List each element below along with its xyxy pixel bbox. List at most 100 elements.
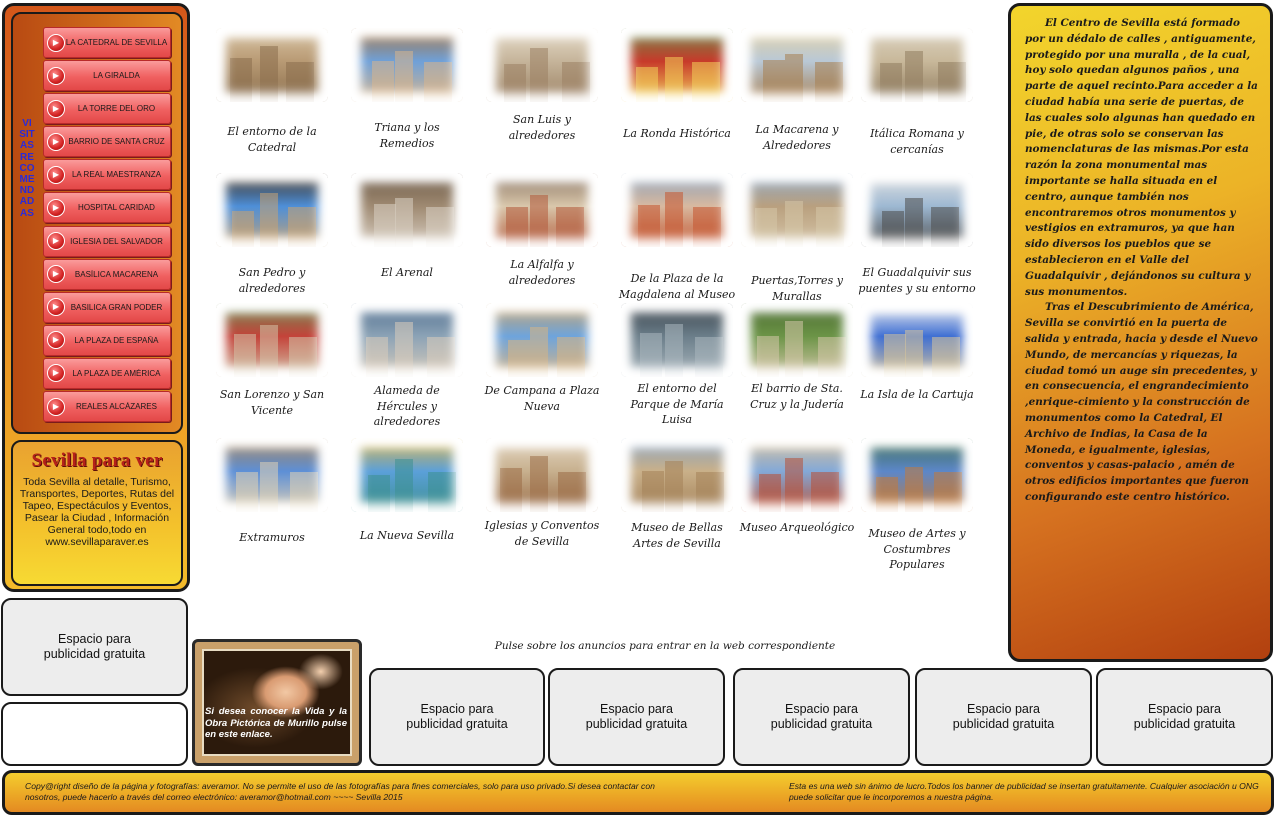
nav-item-7[interactable]: ▶ IGLESIA DEL SALVADOR: [43, 225, 171, 257]
route-photo: [486, 438, 598, 512]
route-tile-19[interactable]: Extramuros: [213, 438, 331, 546]
bullet-icon: ▶: [47, 331, 65, 350]
nav-item-3[interactable]: ▶ LA TORRE DEL ORO: [43, 93, 171, 125]
photo-silhouette: [230, 46, 314, 102]
route-photo: [486, 28, 598, 102]
recommended-visits-title: VISITAS RECOMENDADAS: [19, 118, 35, 219]
route-tile-18[interactable]: La Isla de la Cartuja: [858, 303, 976, 403]
nav-item-12[interactable]: ▶ REALES ALCÁZARES: [43, 391, 171, 423]
bullet-icon: ▶: [47, 33, 65, 52]
route-photo: [741, 438, 853, 512]
photo-silhouette: [763, 54, 843, 102]
nav-item-label: REALES ALCÁZARES: [76, 402, 157, 412]
recommended-visits-nav: VISITAS RECOMENDADAS ▶ LA CATEDRAL DE SEV…: [11, 12, 183, 434]
left-ad-1[interactable]: Espacio para publicidad gratuita: [1, 598, 188, 696]
bottom-ad-3[interactable]: Espacio para publicidad gratuita: [733, 668, 910, 766]
nav-item-label: LA PLAZA DE ESPAÑA: [74, 335, 159, 345]
route-tile-21[interactable]: Iglesias y Conventos de Sevilla: [483, 438, 601, 549]
nav-item-2[interactable]: ▶ LA GIRALDA: [43, 60, 171, 92]
nav-item-10[interactable]: ▶ LA PLAZA DE ESPAÑA: [43, 324, 171, 356]
bottom-ad-2[interactable]: Espacio para publicidad gratuita: [548, 668, 725, 766]
photo-silhouette: [508, 327, 585, 377]
bottom-ad-4[interactable]: Espacio para publicidad gratuita: [915, 668, 1092, 766]
photo-silhouette: [506, 195, 584, 247]
photo-silhouette: [236, 462, 318, 512]
sevilla-para-ver-promo[interactable]: Sevilla para ver Toda Sevilla al detalle…: [11, 440, 183, 586]
route-tile-23[interactable]: Museo Arqueológico: [738, 438, 856, 536]
bottom-ad-3-label: Espacio para publicidad gratuita: [770, 702, 873, 731]
bullet-icon: ▶: [47, 165, 65, 184]
route-tile-3[interactable]: San Luis y alrededores: [483, 28, 601, 143]
nav-item-label: BASÍLICA MACARENA: [74, 269, 159, 279]
route-photo: [351, 438, 463, 512]
nav-item-6[interactable]: ▶ HOSPITAL CARIDAD: [43, 192, 171, 224]
route-tile-16[interactable]: El entorno del Parque de María Luisa: [618, 303, 736, 428]
route-photo: [861, 28, 973, 102]
route-photo: [216, 438, 328, 512]
route-tile-13[interactable]: San Lorenzo y San Vicente: [213, 303, 331, 418]
route-tile-label: San Lorenzo y San Vicente: [219, 388, 325, 417]
ads-hint: Pulse sobre los anuncios para entrar en …: [494, 640, 836, 652]
bullet-icon: ▶: [47, 364, 65, 383]
bottom-ad-5[interactable]: Espacio para publicidad gratuita: [1096, 668, 1273, 766]
route-tile-24[interactable]: Museo de Artes y Costumbres Populares: [858, 438, 976, 573]
route-tile-label: Itálica Romana y cercanías: [870, 127, 964, 156]
route-photo: [861, 438, 973, 512]
bullet-icon: ▶: [47, 232, 65, 251]
route-photo: [621, 28, 733, 102]
photo-silhouette: [636, 57, 720, 102]
bottom-ad-1[interactable]: Espacio para publicidad gratuita: [369, 668, 545, 766]
footer-disclaimer: Esta es una web sin ánimo de lucro.Todos…: [789, 781, 1259, 802]
bullet-icon: ▶: [47, 132, 65, 151]
route-thumbnail-grid: El entorno de la Catedral Triana y los Re…: [213, 28, 993, 588]
nav-item-9[interactable]: ▶ BASILICA GRAN PODER: [43, 291, 171, 323]
route-tile-label: El Guadalquivir sus puentes y su entorno: [858, 266, 976, 295]
route-photo: [741, 303, 853, 377]
photo-silhouette: [640, 324, 723, 377]
route-photo: [621, 173, 733, 247]
bullet-icon: ▶: [47, 198, 65, 217]
nav-item-label: HOSPITAL CARIDAD: [78, 203, 155, 213]
route-tile-10[interactable]: De la Plaza de la Magdalena al Museo: [618, 173, 736, 302]
route-tile-label: Alameda de Hércules y alrededores: [373, 384, 441, 428]
route-tile-8[interactable]: El Arenal: [348, 173, 466, 281]
route-photo: [621, 303, 733, 377]
bottom-ad-5-label: Espacio para publicidad gratuita: [1133, 702, 1236, 731]
route-photo: [861, 303, 973, 377]
route-tile-6[interactable]: Itálica Romana y cercanías: [858, 28, 976, 157]
route-tile-label: La Isla de la Cartuja: [860, 388, 974, 401]
route-tile-2[interactable]: Triana y los Remedios: [348, 28, 466, 151]
route-tile-label: Iglesias y Conventos de Sevilla: [484, 519, 600, 548]
route-tile-11[interactable]: Puertas,Torres y Murallas: [738, 173, 856, 304]
route-tile-7[interactable]: San Pedro y alrededores: [213, 173, 331, 296]
nav-item-5[interactable]: ▶ LA REAL MAESTRANZA: [43, 159, 171, 191]
route-tile-15[interactable]: De Campana a Plaza Nueva: [483, 303, 601, 414]
route-tile-12[interactable]: El Guadalquivir sus puentes y su entorno: [858, 173, 976, 296]
nav-item-1[interactable]: ▶ LA CATEDRAL DE SEVILLA: [43, 27, 171, 58]
route-tile-9[interactable]: La Alfalfa y alrededores: [483, 173, 601, 288]
route-tile-5[interactable]: La Macarena y Alrededores: [738, 28, 856, 153]
bullet-icon: ▶: [47, 397, 65, 416]
murillo-link[interactable]: Si desea conocer la Vida y la Obra Pictó…: [192, 639, 362, 766]
history-text: El Centro de Sevilla está formado por un…: [1025, 16, 1258, 506]
nav-item-label: LA REAL MAESTRANZA: [71, 170, 162, 180]
photo-silhouette: [759, 458, 839, 512]
bullet-icon: ▶: [47, 99, 65, 118]
route-tile-22[interactable]: Museo de Bellas Artes de Sevilla: [618, 438, 736, 551]
route-tile-20[interactable]: La Nueva Sevilla: [348, 438, 466, 544]
route-tile-14[interactable]: Alameda de Hércules y alrededores: [348, 303, 466, 430]
route-tile-4[interactable]: La Ronda Histórica: [618, 28, 736, 142]
route-photo: [486, 173, 598, 247]
bottom-ad-4-label: Espacio para publicidad gratuita: [952, 702, 1055, 731]
route-tile-label: San Pedro y alrededores: [238, 266, 306, 295]
nav-item-8[interactable]: ▶ BASÍLICA MACARENA: [43, 258, 171, 290]
nav-item-11[interactable]: ▶ LA PLAZA DE AMÉRICA: [43, 357, 171, 389]
left-ad-1-label: Espacio para publicidad gratuita: [43, 632, 146, 661]
route-tile-label: El entorno de la Catedral: [227, 125, 317, 154]
route-tile-17[interactable]: El barrio de Sta. Cruz y la Judería: [738, 303, 856, 412]
route-tile-1[interactable]: El entorno de la Catedral: [213, 28, 331, 155]
route-tile-label: Triana y los Remedios: [374, 121, 440, 150]
bullet-icon: ▶: [47, 265, 65, 284]
nav-item-4[interactable]: ▶ BARRIO DE SANTA CRUZ: [43, 126, 171, 158]
left-ad-2[interactable]: [1, 702, 188, 766]
